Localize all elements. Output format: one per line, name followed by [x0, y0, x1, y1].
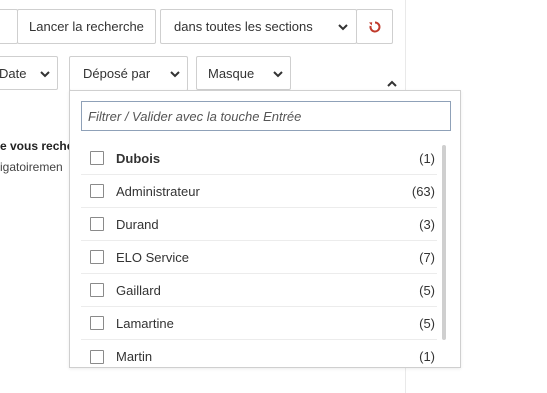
list-item-name: ELO Service [116, 249, 189, 265]
mask-filter[interactable]: Masque [196, 56, 291, 90]
list-item[interactable]: Gaillard (5) [81, 274, 437, 307]
search-button-label: Lancer la recherche [29, 19, 144, 34]
checkbox[interactable] [90, 250, 104, 264]
list-item-count: (7) [419, 249, 435, 265]
section-select[interactable]: dans toutes les sections [160, 9, 357, 44]
search-button[interactable]: Lancer la recherche [17, 9, 156, 44]
checkbox[interactable] [90, 283, 104, 297]
list-item-name: Gaillard [116, 282, 161, 298]
list-item[interactable]: Lamartine (5) [81, 307, 437, 340]
list-item[interactable]: Dubois (1) [81, 142, 437, 175]
deposited-by-filter[interactable]: Déposé par [69, 56, 188, 91]
list-item-name: Administrateur [116, 183, 200, 199]
filter-input[interactable] [81, 101, 451, 131]
checkbox[interactable] [90, 151, 104, 165]
scrollbar-thumb[interactable] [442, 145, 446, 340]
deposited-by-dropdown: Dubois (1) Administrateur (63) Durand (3… [69, 90, 461, 368]
list-item-name: Durand [116, 216, 159, 232]
mask-filter-label: Masque [208, 65, 255, 81]
list-item-name: Lamartine [116, 315, 174, 331]
list-item-count: (3) [419, 216, 435, 232]
section-select-value: dans toutes les sections [174, 19, 313, 34]
list-item-count: (5) [419, 315, 435, 331]
checkbox[interactable] [90, 316, 104, 330]
list-item[interactable]: Administrateur (63) [81, 175, 437, 208]
chevron-down-icon [338, 24, 348, 31]
list-item[interactable]: Martin (1) [81, 340, 437, 367]
user-list: Dubois (1) Administrateur (63) Durand (3… [81, 142, 437, 367]
list-item[interactable]: Durand (3) [81, 208, 437, 241]
list-item-name: Martin [116, 349, 153, 364]
reset-button[interactable] [356, 9, 393, 44]
chevron-down-icon [273, 71, 283, 78]
checkbox[interactable] [90, 184, 104, 198]
list-item-count: (1) [419, 150, 435, 166]
list-item-name: Dubois [116, 150, 161, 166]
background-subtext: igatoiremen [0, 160, 63, 174]
list-item-count: (1) [419, 349, 435, 364]
deposited-by-label: Déposé par [83, 66, 151, 81]
search-input-edge[interactable] [0, 9, 18, 44]
list-item-count: (5) [419, 282, 435, 298]
date-filter[interactable]: Date [0, 56, 58, 90]
background-heading: e vous reche [0, 139, 69, 153]
refresh-icon [368, 21, 380, 32]
chevron-down-icon [40, 71, 50, 78]
chevron-down-icon [170, 71, 180, 78]
list-item-count: (63) [411, 183, 435, 199]
scrollbar[interactable] [442, 145, 446, 340]
list-item[interactable]: ELO Service (7) [81, 241, 437, 274]
date-filter-label: Date [0, 65, 27, 81]
collapse-chevron-up-icon[interactable] [385, 77, 399, 91]
checkbox[interactable] [90, 349, 104, 364]
checkbox[interactable] [90, 217, 104, 231]
